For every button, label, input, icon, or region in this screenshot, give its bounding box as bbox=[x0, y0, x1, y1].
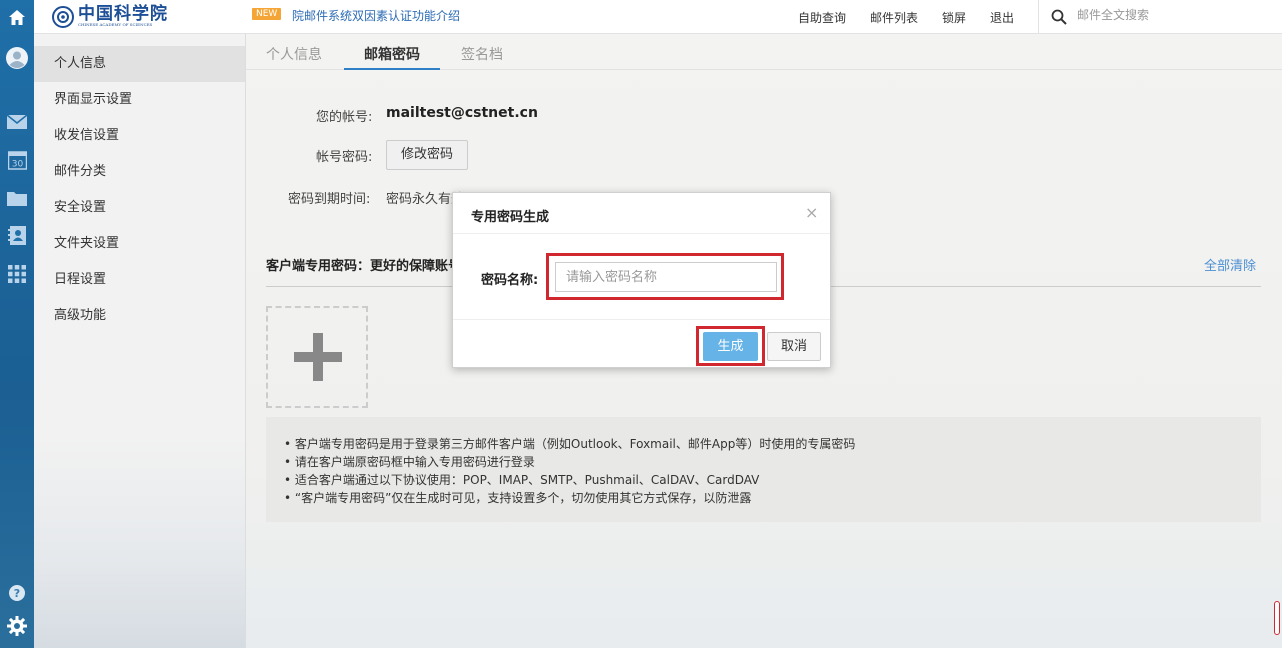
dialog-title: 专用密码生成 bbox=[471, 210, 550, 225]
tip-item: • “客户端专用密码”仅在生成时可见，支持设置多个，切勿使用其它方式保存，以防泄… bbox=[284, 491, 752, 505]
new-badge: NEW bbox=[252, 8, 282, 20]
sidebar-item-security[interactable]: 安全设置 bbox=[34, 190, 245, 226]
sidebar-item-send-receive[interactable]: 收发信设置 bbox=[34, 118, 245, 154]
clear-all-link[interactable]: 全部清除 bbox=[1204, 255, 1256, 274]
sidebar-item-advanced[interactable]: 高级功能 bbox=[34, 298, 245, 334]
search-input[interactable] bbox=[1077, 8, 1267, 22]
scrollbar-thumb[interactable] bbox=[1274, 601, 1280, 635]
settings-sidebar: 个人信息 界面显示设置 收发信设置 邮件分类 安全设置 文件夹设置 日程设置 高… bbox=[34, 34, 246, 648]
expiry-label: 密码到期时间: bbox=[288, 192, 371, 207]
tip-item: • 客户端专用密码是用于登录第三方邮件客户端（例如Outlook、Foxmail… bbox=[284, 437, 856, 451]
cancel-button[interactable]: 取消 bbox=[767, 332, 821, 361]
mail-icon[interactable] bbox=[0, 113, 34, 131]
sidebar-item-display[interactable]: 界面显示设置 bbox=[34, 82, 245, 118]
sidebar-item-personal-info[interactable]: 个人信息 bbox=[34, 46, 245, 82]
sidebar-item-mail-category[interactable]: 邮件分类 bbox=[34, 154, 245, 190]
tab-signature[interactable]: 签名档 bbox=[461, 44, 503, 64]
sidebar-item-calendar[interactable]: 日程设置 bbox=[34, 262, 245, 298]
tab-bar: 个人信息 邮箱密码 签名档 bbox=[246, 34, 1282, 70]
settings-icon[interactable] bbox=[0, 614, 34, 638]
close-icon[interactable]: × bbox=[805, 203, 818, 222]
active-tab-indicator bbox=[344, 68, 440, 70]
svg-text:?: ? bbox=[14, 587, 20, 600]
avatar-icon[interactable] bbox=[0, 46, 34, 70]
logo[interactable]: 中国科学院 CHINESE ACADEMY OF SCIENCES bbox=[52, 4, 168, 30]
password-name-input[interactable] bbox=[555, 262, 777, 292]
notice-link[interactable]: 院邮件系统双因素认证功能介绍 bbox=[292, 7, 460, 24]
add-client-password-button[interactable] bbox=[266, 306, 368, 408]
account-label: 您的帐号: bbox=[316, 110, 373, 125]
nav-lock-screen[interactable]: 锁屏 bbox=[942, 9, 966, 26]
tab-mailbox-password[interactable]: 邮箱密码 bbox=[364, 44, 420, 64]
contacts-icon[interactable] bbox=[0, 225, 34, 245]
help-icon[interactable]: ? bbox=[0, 583, 34, 603]
sidebar-item-folders[interactable]: 文件夹设置 bbox=[34, 226, 245, 262]
change-password-button[interactable]: 修改密码 bbox=[386, 140, 468, 170]
password-name-label: 密码名称: bbox=[481, 273, 539, 288]
password-label: 帐号密码: bbox=[316, 150, 373, 165]
nav-mail-list[interactable]: 邮件列表 bbox=[870, 9, 918, 26]
app-password-dialog: 专用密码生成 × 密码名称: 生成 取消 bbox=[452, 192, 831, 368]
apps-icon[interactable] bbox=[0, 264, 34, 284]
logo-emblem-icon bbox=[52, 6, 74, 28]
search-icon[interactable] bbox=[1051, 9, 1067, 25]
folder-icon[interactable] bbox=[0, 188, 34, 208]
logo-text: 中国科学院 bbox=[78, 4, 168, 24]
account-value: mailtest@cstnet.cn bbox=[386, 105, 538, 121]
tab-personal-info[interactable]: 个人信息 bbox=[266, 44, 322, 64]
tips-panel: • 客户端专用密码是用于登录第三方邮件客户端（例如Outlook、Foxmail… bbox=[266, 417, 1261, 522]
calendar-day: 30 bbox=[11, 160, 23, 170]
dialog-header: 专用密码生成 × bbox=[453, 193, 830, 234]
tip-item: • 适合客户端通过以下协议使用：POP、IMAP、SMTP、Pushmail、C… bbox=[284, 473, 760, 487]
tip-item: • 请在客户端原密码框中输入专用密码进行登录 bbox=[284, 455, 535, 469]
left-rail: 30 ? bbox=[0, 0, 34, 648]
generate-button[interactable]: 生成 bbox=[703, 332, 758, 361]
search-box bbox=[1038, 0, 1282, 34]
dialog-footer-divider bbox=[453, 319, 830, 320]
calendar-icon[interactable]: 30 bbox=[0, 148, 34, 172]
top-header: 中国科学院 CHINESE ACADEMY OF SCIENCES NEW 院邮… bbox=[34, 0, 1282, 34]
nav-self-query[interactable]: 自助查询 bbox=[798, 9, 846, 26]
nav-logout[interactable]: 退出 bbox=[990, 9, 1014, 26]
home-icon[interactable] bbox=[0, 6, 34, 28]
